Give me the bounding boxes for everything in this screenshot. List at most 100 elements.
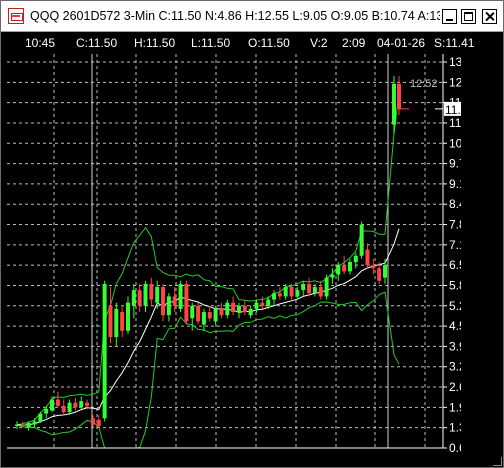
candle-body — [236, 305, 241, 313]
candle-body — [347, 262, 352, 272]
candle-body — [272, 293, 277, 300]
candle-body — [102, 283, 107, 419]
candle-body — [277, 293, 282, 297]
candle-body — [295, 290, 300, 297]
candle-body — [213, 308, 218, 322]
y-tick-label: 12.35 — [449, 75, 461, 89]
candle-body — [114, 308, 119, 338]
candle-body — [324, 277, 329, 297]
candle-body — [178, 283, 183, 309]
candle-body — [55, 399, 60, 406]
candle-body — [383, 265, 387, 278]
y-tick-label: 3.90 — [449, 339, 461, 353]
candle-body — [225, 302, 230, 316]
candle-body — [301, 283, 306, 291]
status-open: O:11.50 — [248, 36, 290, 50]
current-time-label: 12:52 — [410, 78, 438, 90]
y-tick-label: 2.60 — [449, 380, 461, 394]
status-elapsed: 2:09 — [342, 36, 366, 50]
candle-body — [50, 399, 55, 411]
candle-body — [260, 302, 265, 306]
candle-body — [61, 405, 66, 413]
y-tick-label: 1.30 — [449, 421, 461, 435]
status-last: S:11.41 — [434, 36, 475, 50]
candle-body — [201, 312, 206, 325]
candle-body — [190, 305, 195, 319]
y-tick-label: 10.40 — [449, 136, 461, 150]
y-tick-label: 13.00 — [449, 55, 461, 69]
candle-body — [15, 424, 19, 427]
candle-body — [336, 265, 341, 275]
candle-body — [108, 305, 113, 338]
status-volume: V:2 — [310, 36, 328, 50]
minimize-button[interactable] — [442, 9, 457, 24]
maximize-button[interactable] — [461, 9, 476, 24]
status-time: 10:45 — [25, 36, 56, 50]
candle-body — [397, 83, 401, 109]
y-tick-label: 0.65 — [449, 441, 461, 455]
candle-body — [155, 287, 160, 303]
y-tick-label: 5.20 — [449, 299, 461, 313]
status-close: C:11.50 — [76, 36, 118, 50]
status-low: L:11.50 — [191, 36, 231, 50]
candle-body — [143, 283, 148, 306]
candle-body — [312, 287, 317, 294]
y-tick-label: 7.80 — [449, 218, 461, 232]
candle-body — [318, 287, 323, 297]
price-chart[interactable]: 13.0012.3511.7011.0510.409.759.108.457.8… — [7, 54, 461, 456]
candle-body — [219, 308, 224, 316]
y-tick-label: 11.05 — [449, 116, 461, 130]
y-tick-label: 9.75 — [449, 157, 461, 171]
candle-body — [131, 290, 136, 306]
status-high: H:11.50 — [134, 36, 176, 50]
candle-body — [73, 402, 78, 408]
candle-body — [207, 312, 212, 319]
close-button[interactable] — [482, 9, 497, 24]
status-date: 04-01-26 — [377, 36, 426, 50]
candle-body — [44, 408, 49, 414]
candle-body — [125, 302, 130, 331]
candle-body — [184, 283, 189, 322]
candle-body — [371, 265, 376, 269]
y-tick-label: 4.55 — [449, 319, 461, 333]
window-title: QQQ 2601D572 3-Min C:11.50 N:4.86 H:12.5… — [30, 9, 440, 23]
candle-body — [196, 305, 201, 322]
y-tick-label: 9.10 — [449, 177, 461, 191]
candle-body — [392, 83, 396, 125]
chart-app-icon[interactable] — [8, 8, 24, 24]
candle-body — [342, 265, 347, 272]
candle-body — [248, 308, 253, 316]
title-bar[interactable]: QQQ 2601D572 3-Min C:11.50 N:4.86 H:12.5… — [1, 1, 503, 32]
candle-body — [85, 402, 90, 406]
candle-body — [32, 421, 37, 425]
candle-body — [26, 422, 31, 428]
candle-body — [254, 302, 259, 309]
candle-body — [365, 249, 370, 266]
y-tick-label: 1.95 — [449, 400, 461, 414]
candle-body — [231, 302, 236, 313]
y-tick-label: 6.50 — [449, 258, 461, 272]
candle-body — [120, 312, 125, 331]
candle-body — [330, 274, 335, 278]
candle-body — [166, 296, 171, 316]
candle-body — [161, 287, 166, 316]
candle-body — [172, 296, 177, 306]
candle-body — [242, 305, 247, 313]
candle-body — [90, 418, 95, 425]
candle-body — [137, 290, 142, 306]
y-tick-label: 3.25 — [449, 360, 461, 374]
candle-body — [377, 268, 382, 281]
candle-body — [38, 413, 43, 422]
current-price-label: 11.50 — [445, 103, 461, 117]
candle-body — [266, 299, 271, 306]
bar-info-status: 10:45 C:11.50 H:11.50 L:11.50 O:11.50 V:… — [8, 34, 474, 52]
y-tick-label: 7.15 — [449, 238, 461, 252]
y-tick-label: 8.45 — [449, 197, 461, 211]
candle-body — [20, 424, 25, 427]
resize-grip[interactable] — [492, 456, 502, 466]
candle-body — [359, 224, 364, 256]
candle-body — [353, 255, 358, 263]
candle-body — [79, 401, 84, 408]
y-tick-label: 5.85 — [449, 278, 461, 292]
candle-body — [307, 283, 312, 294]
